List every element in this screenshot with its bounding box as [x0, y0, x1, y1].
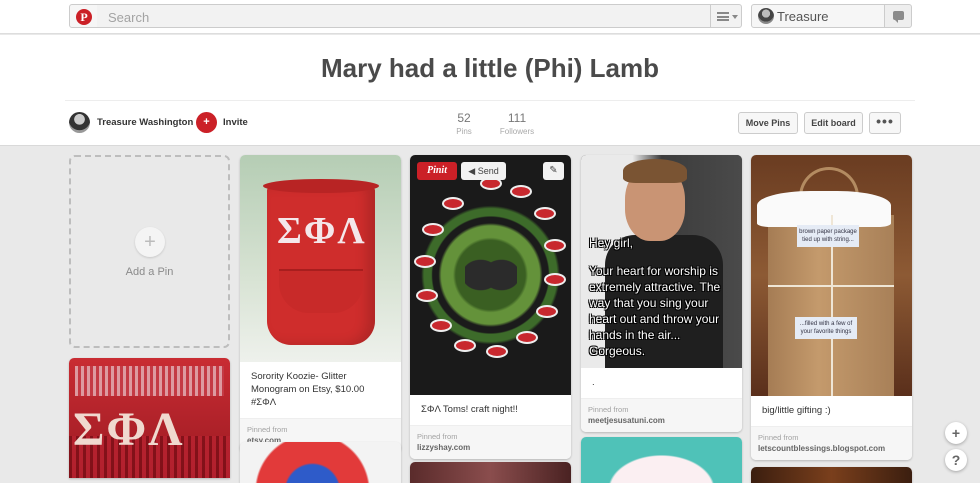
koozie-cutout — [279, 269, 363, 313]
koozie-letters: ΣΦΛ — [277, 210, 367, 252]
shoe-illustration — [516, 331, 538, 344]
pin-description: big/little gifting :) — [762, 405, 831, 416]
pinterest-logo-button[interactable]: P — [69, 4, 98, 28]
pin-card[interactable]: ΣΦΛ — [69, 358, 230, 478]
send-button[interactable]: ◀ Send — [461, 162, 506, 180]
center-shoes — [465, 245, 517, 305]
koozie-illustration: ΣΦΛ — [263, 179, 379, 345]
category-menu-button[interactable] — [710, 4, 742, 28]
owner-name-link[interactable]: Treasure Washington — [97, 117, 193, 128]
board-header: Mary had a little (Phi) Lamb Treasure Wa… — [0, 35, 980, 146]
pin-description: ΣΦΛ Toms! craft night!! — [421, 404, 518, 415]
shoe-illustration — [536, 305, 558, 318]
shoe-illustration — [534, 207, 556, 220]
pin-source-block[interactable]: Pinned from meetjesusatuni.com — [581, 398, 742, 432]
pin-card[interactable] — [410, 462, 571, 483]
top-nav-bar: P Search Treasure — [0, 0, 980, 34]
pins-count: 52 — [457, 111, 471, 125]
pin-card[interactable] — [240, 442, 401, 483]
edit-board-button[interactable]: Edit board — [804, 112, 863, 134]
shoe-illustration — [544, 239, 566, 252]
pin-image[interactable]: brown paper package tied up with string.… — [751, 155, 912, 396]
pinned-from-label: Pinned from — [758, 433, 799, 442]
followers-label: Followers — [499, 127, 535, 136]
pinned-from-label: Pinned from — [247, 425, 288, 434]
pinned-from-label: Pinned from — [417, 432, 458, 441]
header-divider — [65, 100, 915, 101]
shoe-illustration — [510, 185, 532, 198]
tissue-paper — [757, 191, 891, 227]
meme-body: Your heart for worship is extremely attr… — [589, 264, 721, 358]
chevron-down-icon — [732, 15, 738, 19]
hair-illustration — [623, 159, 687, 183]
user-avatar — [758, 8, 774, 24]
pin-card[interactable]: Hey girl, Your heart for worship is extr… — [581, 155, 742, 432]
pin-card[interactable] — [581, 437, 742, 483]
invite-link[interactable]: Invite — [223, 117, 248, 128]
pin-image[interactable]: ΣΦΛ — [69, 358, 230, 478]
shoe-illustration — [442, 197, 464, 210]
pins-count-stat[interactable]: 52 Pins — [452, 111, 476, 136]
gift-tag-bottom: ...filled with a few of your favorite th… — [795, 317, 857, 339]
shoe-illustration — [422, 223, 444, 236]
followers-count-stat[interactable]: 111 Followers — [499, 111, 535, 136]
edit-pencil-icon[interactable]: ✎ — [543, 162, 564, 180]
invite-icon[interactable]: + — [196, 112, 217, 133]
pin-source-domain[interactable]: lizzyshay.com — [417, 443, 564, 452]
pin-source-block[interactable]: Pinned from lizzyshay.com — [410, 425, 571, 459]
pin-card[interactable]: ΣΦΛ Sorority Koozie- Glitter Monogram on… — [240, 155, 401, 452]
art-top-pattern — [75, 366, 224, 396]
speech-bubble-icon — [893, 11, 904, 23]
shoe-illustration — [544, 273, 566, 286]
art-letters: ΣΦΛ — [73, 403, 185, 456]
shoe-illustration — [430, 319, 452, 332]
shoe-illustration — [414, 255, 436, 268]
notifications-button[interactable] — [884, 4, 912, 28]
pin-card[interactable]: Pinit ◀ Send ✎ ΣΦΛ Toms! craft night!! P… — [410, 155, 571, 459]
pin-source-domain[interactable]: meetjesusatuni.com — [588, 416, 735, 425]
search-input[interactable]: Search — [97, 4, 711, 28]
pin-card[interactable] — [751, 467, 912, 483]
shoe-illustration — [486, 345, 508, 358]
shoe-illustration — [416, 289, 438, 302]
meme-heading: Hey girl, — [589, 236, 634, 250]
move-pins-button[interactable]: Move Pins — [738, 112, 798, 134]
plus-icon: + — [135, 227, 165, 257]
add-pin-label: Add a Pin — [125, 266, 174, 278]
pinterest-logo-icon: P — [76, 9, 92, 25]
pin-image[interactable]: Hey girl, Your heart for worship is extr… — [581, 155, 742, 368]
add-pin-floating-button[interactable]: + — [945, 422, 967, 444]
pin-image[interactable]: ΣΦΛ — [240, 155, 401, 362]
more-options-button[interactable]: ••• — [869, 112, 901, 134]
pins-label: Pins — [456, 127, 472, 136]
pin-description: . — [592, 377, 595, 388]
shoe-illustration — [454, 339, 476, 352]
help-button[interactable]: ? — [945, 449, 967, 471]
pin-it-button[interactable]: Pinit — [417, 162, 457, 180]
pinned-from-label: Pinned from — [588, 405, 629, 414]
followers-count: 111 — [507, 111, 527, 125]
gift-tag-top: brown paper package tied up with string.… — [797, 225, 859, 247]
pin-card[interactable]: brown paper package tied up with string.… — [751, 155, 912, 460]
user-profile-button[interactable]: Treasure — [751, 4, 885, 28]
owner-avatar[interactable] — [69, 112, 90, 133]
pin-source-domain[interactable]: letscountblessings.blogspot.com — [758, 444, 905, 453]
board-title: Mary had a little (Phi) Lamb — [320, 53, 660, 83]
pin-description: Sorority Koozie- Glitter Monogram on Ets… — [251, 371, 365, 408]
twine-horizontal — [768, 285, 894, 287]
pin-source-block[interactable]: Pinned from letscountblessings.blogspot.… — [751, 426, 912, 460]
meme-text: Hey girl, Your heart for worship is extr… — [589, 235, 739, 359]
add-pin-card[interactable]: + Add a Pin — [69, 155, 230, 348]
search-placeholder: Search — [108, 10, 150, 25]
hamburger-icon — [717, 12, 729, 21]
pin-image[interactable]: Pinit ◀ Send ✎ — [410, 155, 571, 395]
user-name: Treasure — [777, 9, 829, 24]
